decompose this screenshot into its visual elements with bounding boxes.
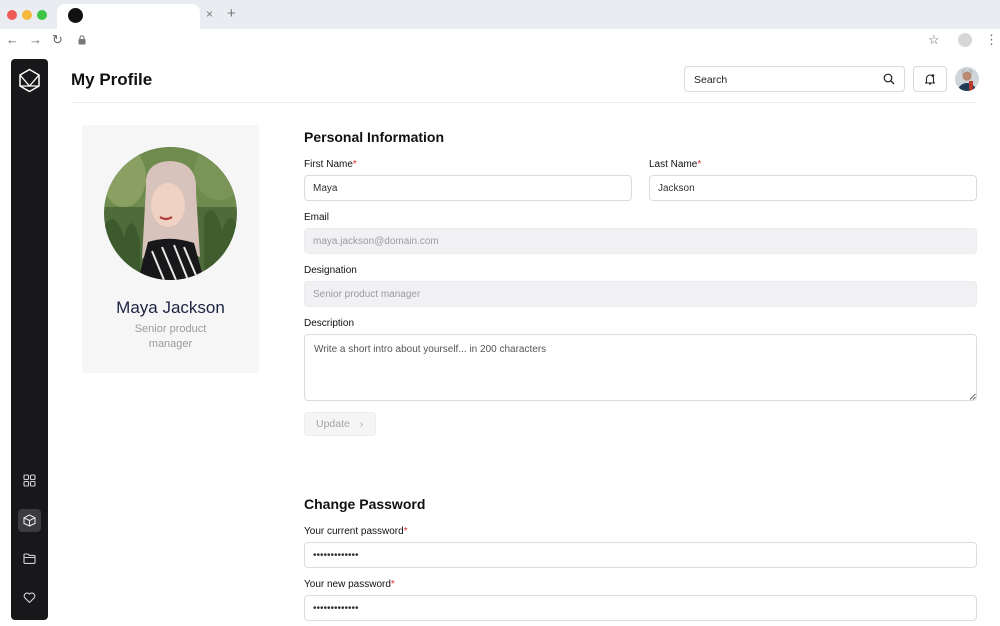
tab-favicon-icon	[68, 8, 83, 23]
current-password-field[interactable]	[304, 542, 977, 568]
page-title: My Profile	[71, 70, 153, 89]
apps-grid-icon	[23, 474, 36, 487]
first-name-label: First Name*	[304, 159, 357, 170]
current-password-label: Your current password*	[304, 526, 408, 537]
app-logo-icon[interactable]	[17, 68, 42, 93]
browser-tab[interactable]	[57, 4, 200, 29]
maximize-window-button[interactable]	[37, 10, 47, 20]
sidebar-item-products[interactable]	[18, 509, 41, 532]
heart-icon	[23, 592, 36, 604]
search-icon[interactable]	[883, 73, 895, 85]
profile-photo-image	[104, 147, 237, 280]
new-password-label: Your new password*	[304, 579, 395, 590]
browser-tabbar: × +	[0, 0, 1000, 29]
resize-handle-icon[interactable]	[969, 393, 976, 400]
profile-name: Maya Jackson	[116, 298, 225, 317]
profile-photo	[104, 147, 237, 280]
back-icon[interactable]: ←	[6, 33, 19, 47]
description-textarea[interactable]	[304, 334, 977, 401]
folder-icon	[23, 553, 36, 564]
user-avatar[interactable]	[955, 67, 979, 91]
update-button-label: Update	[316, 418, 350, 430]
sidebar-item-favorites[interactable]	[18, 586, 41, 609]
address-bar[interactable]: ← → ↻ ☆ ⋮	[0, 29, 1000, 53]
email-field	[304, 228, 977, 254]
browser-profile-avatar[interactable]	[958, 33, 972, 47]
browser-menu-icon[interactable]: ⋮	[985, 32, 998, 48]
update-button[interactable]: Update ›	[304, 412, 376, 436]
bookmark-star-icon[interactable]: ☆	[928, 32, 940, 48]
user-avatar-image	[955, 67, 979, 91]
minimize-window-button[interactable]	[22, 10, 32, 20]
browser-chrome: × + ← → ↻ ☆ ⋮	[0, 0, 1000, 53]
header-divider	[71, 102, 977, 103]
designation-field	[304, 281, 977, 307]
personal-info-title: Personal Information	[304, 129, 445, 145]
last-name-label: Last Name*	[649, 159, 702, 170]
search-input[interactable]	[694, 71, 874, 88]
forward-icon[interactable]: →	[29, 33, 42, 47]
description-label: Description	[304, 318, 355, 329]
reload-icon[interactable]: ↻	[52, 33, 63, 47]
first-name-field[interactable]	[304, 175, 632, 201]
profile-card: Maya Jackson Senior product manager	[82, 125, 259, 373]
chevron-right-icon: ›	[359, 418, 364, 430]
designation-label: Designation	[304, 265, 357, 276]
sidebar-item-files[interactable]	[18, 547, 41, 570]
new-password-field[interactable]	[304, 595, 977, 621]
tab-close-icon[interactable]: ×	[206, 8, 213, 20]
search-box[interactable]	[684, 66, 905, 92]
notifications-button[interactable]	[913, 66, 947, 92]
change-password-title: Change Password	[304, 496, 426, 512]
sidebar	[11, 59, 48, 620]
last-name-field[interactable]	[649, 175, 977, 201]
close-window-button[interactable]	[7, 10, 17, 20]
sidebar-item-apps[interactable]	[18, 469, 41, 492]
email-label: Email	[304, 212, 330, 223]
bell-icon	[924, 74, 936, 85]
lock-icon	[78, 35, 86, 45]
cube-icon	[23, 514, 36, 527]
profile-role: Senior product manager	[134, 323, 207, 350]
new-tab-icon[interactable]: +	[227, 6, 236, 21]
